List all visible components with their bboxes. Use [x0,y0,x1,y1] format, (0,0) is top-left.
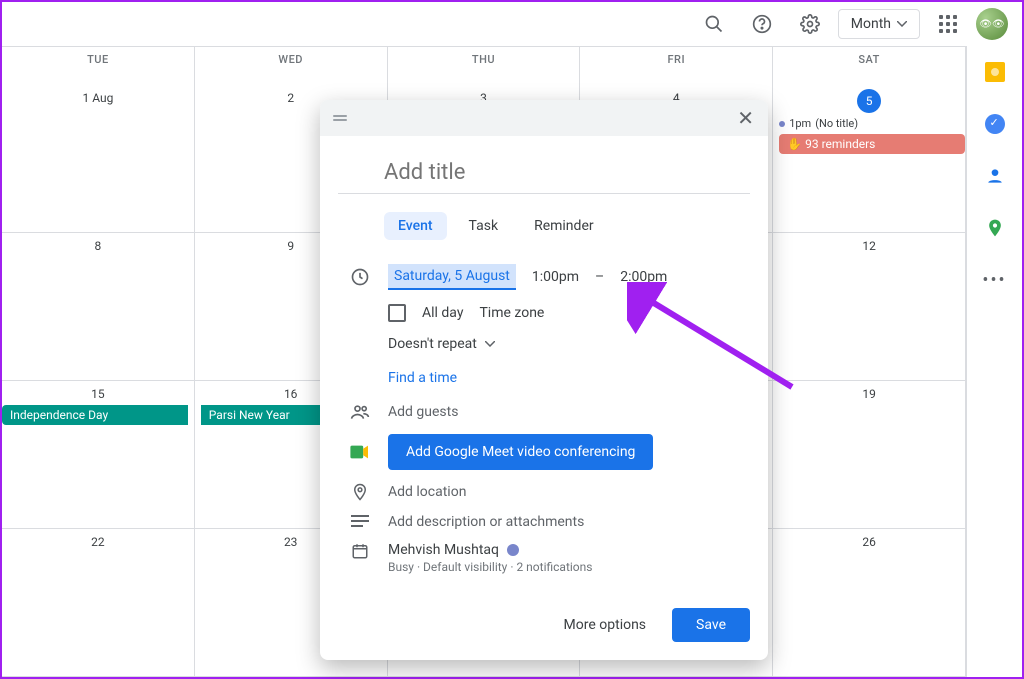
modal-header: ✕ [320,100,768,136]
side-panel: ••• [966,46,1022,677]
clock-icon [348,267,372,287]
hand-icon: ✋ [787,137,805,151]
add-location-placeholder[interactable]: Add location [388,484,466,500]
day-header: THU [388,47,581,85]
description-icon [348,515,372,529]
calendar-cell[interactable]: 1 Aug [2,85,195,233]
start-time[interactable]: 1:00pm [532,269,579,285]
maps-icon[interactable] [985,218,1005,238]
time-separator: – [595,269,604,285]
google-apps-icon[interactable] [928,4,968,44]
calendar-cell[interactable]: 8 [2,233,195,381]
day-header: WED [195,47,388,85]
meet-icon [348,444,372,460]
location-icon [348,482,372,502]
day-header: FRI [580,47,773,85]
calendar-cell[interactable]: 26 [773,529,966,677]
day-header: TUE [2,47,195,85]
timezone-link[interactable]: Time zone [479,305,544,321]
day-header: SAT [773,47,966,85]
tab-task[interactable]: Task [455,212,513,240]
end-time[interactable]: 2:00pm [620,269,667,285]
event-type-tabs: Event Task Reminder [338,212,750,240]
allday-label: All day [422,305,463,321]
contacts-icon[interactable] [985,166,1005,186]
guests-icon [348,402,372,422]
repeat-selector[interactable]: Doesn't repeat [338,336,750,352]
settings-icon[interactable] [790,4,830,44]
drag-handle-icon[interactable] [330,115,350,121]
calendar-cell-today[interactable]: 5 1pm (No title) ✋ 93 reminders [773,85,966,233]
reminders-chip[interactable]: ✋ 93 reminders [779,134,965,154]
topbar: Month 👁👁 [2,2,1022,46]
chevron-down-icon [897,21,907,27]
keep-icon[interactable] [985,62,1005,82]
add-description-placeholder[interactable]: Add description or attachments [388,514,584,530]
datetime-row: Saturday, 5 August 1:00pm – 2:00pm [338,258,750,296]
date-selector[interactable]: Saturday, 5 August [388,264,516,290]
title-input[interactable] [338,154,750,194]
more-addons-icon[interactable]: ••• [982,270,1006,291]
calendar-cell[interactable]: 12 [773,233,966,381]
calendar-color-dot [507,544,519,556]
event-chip[interactable]: Independence Day [2,405,188,425]
find-a-time-link[interactable]: Find a time [338,370,750,386]
calendar-cell[interactable]: 15 Independence Day [2,381,195,529]
calendar-cell[interactable]: 19 [773,381,966,529]
allday-checkbox[interactable] [388,304,406,322]
calendar-meta: Busy · Default visibility · 2 notificati… [388,560,592,574]
save-button[interactable]: Save [672,608,750,642]
tab-reminder[interactable]: Reminder [520,212,608,240]
chevron-down-icon [485,341,495,347]
more-options-button[interactable]: More options [552,609,659,641]
view-label: Month [851,16,891,32]
event-dot-icon [779,121,785,127]
view-selector[interactable]: Month [838,9,920,39]
event-create-modal: ✕ Event Task Reminder Saturday, 5 August… [320,100,768,660]
add-meet-button[interactable]: Add Google Meet video conferencing [388,434,653,470]
account-avatar[interactable]: 👁👁 [976,8,1008,40]
calendar-owner[interactable]: Mehvish Mushtaq [388,542,592,558]
calendar-cell[interactable]: 22 [2,529,195,677]
calendar-icon [348,542,372,560]
tab-event[interactable]: Event [384,212,447,240]
event-item[interactable]: 1pm (No title) [779,117,959,130]
tasks-icon[interactable] [985,114,1005,134]
add-guests-placeholder[interactable]: Add guests [388,404,458,420]
close-icon[interactable]: ✕ [733,102,758,134]
help-icon[interactable] [742,4,782,44]
search-icon[interactable] [694,4,734,44]
